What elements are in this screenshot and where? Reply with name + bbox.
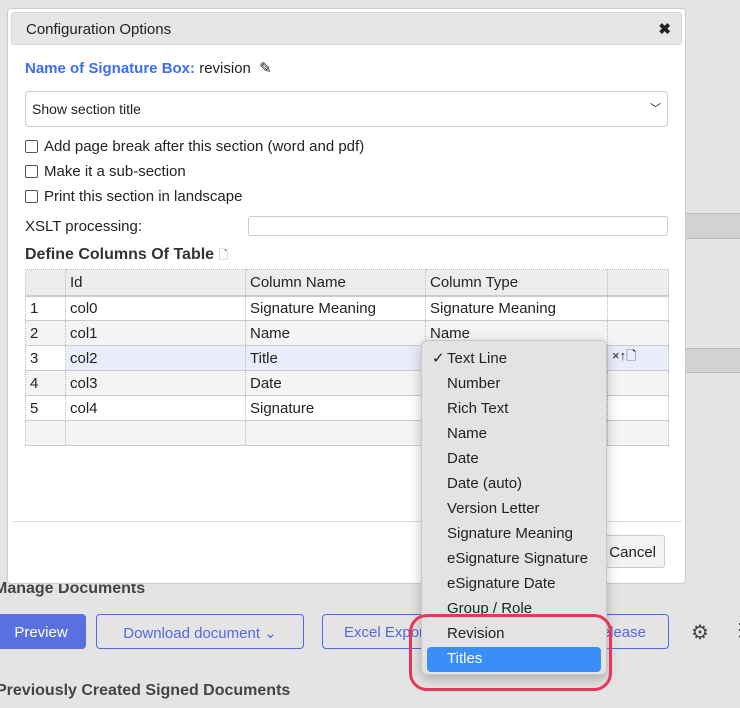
option-version-letter[interactable]: Version Letter — [422, 497, 606, 522]
download-document-button[interactable]: Download document ⌄ — [96, 614, 304, 649]
signature-box-name: Name of Signature Box: revision ✎ — [25, 59, 272, 77]
gear-icon[interactable]: ⚙ — [691, 620, 709, 645]
option-date-auto[interactable]: Date (auto) — [422, 472, 606, 497]
dialog-header: Configuration Options ✖ — [11, 12, 682, 45]
table-row: 1 col0 Signature Meaning Signature Meaning — [25, 295, 669, 321]
header-column-name: Column Name — [245, 269, 426, 297]
previous-documents-heading: Previously Created Signed Documents — [0, 682, 291, 699]
option-esignature-date[interactable]: eSignature Date — [422, 572, 606, 597]
option-rich-text[interactable]: Rich Text — [422, 397, 606, 422]
table-title-text: Define Columns Of Table — [25, 246, 215, 263]
checkbox-label: Make it a sub-section — [44, 163, 186, 180]
cell-id[interactable]: col2 — [65, 345, 246, 371]
cell-name[interactable]: Title — [245, 345, 426, 371]
add-file-icon[interactable]: 🗋 — [219, 248, 229, 262]
cell-id[interactable]: col4 — [65, 395, 246, 421]
download-label: Download document — [123, 625, 260, 642]
option-signature-meaning[interactable]: Signature Meaning — [422, 522, 606, 547]
name-value: revision — [199, 60, 251, 77]
close-icon[interactable]: ✖ — [658, 20, 671, 38]
landscape-checkbox[interactable]: Print this section in landscape — [25, 188, 242, 205]
option-esignature-signature[interactable]: eSignature Signature — [422, 547, 606, 572]
row-number: 3 — [25, 345, 66, 371]
cell-name[interactable]: Signature Meaning — [245, 295, 426, 321]
page-break-checkbox[interactable]: Add page break after this section (word … — [25, 138, 364, 155]
header-column-type: Column Type — [425, 269, 608, 297]
cell-name[interactable]: Signature — [245, 395, 426, 421]
chevron-down-icon: ﹀ — [650, 103, 661, 115]
list-icon[interactable]: ⋮ — [731, 620, 740, 641]
highlight-annotation — [409, 614, 612, 691]
cell-type[interactable]: Signature Meaning — [425, 295, 608, 321]
row-number: 1 — [25, 295, 66, 321]
xslt-input[interactable] — [248, 216, 668, 236]
table-header: Id Column Name Column Type — [25, 269, 669, 297]
pencil-icon[interactable]: ✎ — [259, 60, 272, 77]
checkbox-label: Add page break after this section (word … — [44, 138, 365, 155]
name-label: Name of Signature Box: — [25, 60, 196, 77]
chevron-down-icon: ⌄ — [264, 625, 277, 642]
select-value: Show section title — [32, 101, 141, 117]
cell-name[interactable]: Name — [245, 320, 426, 346]
header-actions — [607, 269, 669, 297]
row-number: 4 — [25, 370, 66, 396]
section-title-select[interactable]: Show section title ﹀ — [25, 91, 668, 127]
cell-id[interactable]: col3 — [65, 370, 246, 396]
insert-row-icon[interactable]: 🗋 — [626, 348, 636, 363]
dialog-title: Configuration Options — [26, 21, 172, 38]
table-title: Define Columns Of Table 🗋 — [25, 246, 228, 267]
option-text-line[interactable]: ✓ Text Line — [422, 347, 606, 372]
checkmark-icon: ✓ — [432, 350, 445, 367]
cell-id[interactable]: col1 — [65, 320, 246, 346]
xslt-label: XSLT processing: — [25, 218, 143, 235]
row-number: 5 — [25, 395, 66, 421]
sub-section-checkbox[interactable]: Make it a sub-section — [25, 163, 186, 180]
delete-row-icon[interactable]: × — [612, 348, 620, 363]
option-label: Text Line — [447, 350, 508, 367]
preview-button[interactable]: Preview — [0, 614, 86, 649]
header-id: Id — [65, 269, 246, 297]
option-date[interactable]: Date — [422, 447, 606, 472]
background-bar — [686, 213, 740, 239]
header-cell — [25, 269, 66, 297]
row-number: 2 — [25, 320, 66, 346]
option-number[interactable]: Number — [422, 372, 606, 397]
option-name[interactable]: Name — [422, 422, 606, 447]
cell-name[interactable]: Date — [245, 370, 426, 396]
checkbox-label: Print this section in landscape — [44, 188, 243, 205]
background-bar — [686, 348, 740, 373]
cell-id[interactable]: col0 — [65, 295, 246, 321]
